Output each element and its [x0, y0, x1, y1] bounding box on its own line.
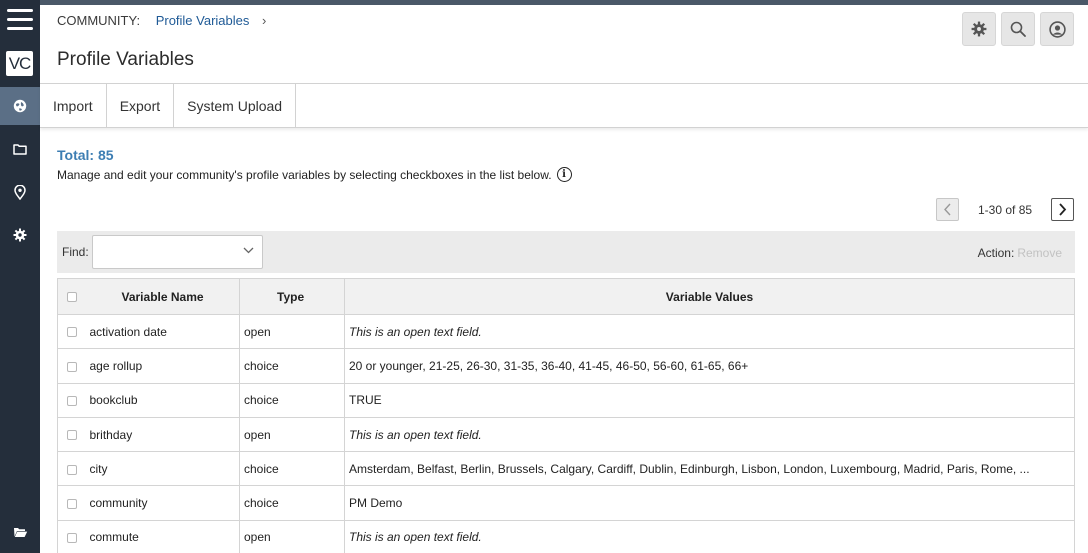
variable-type-cell: choice — [239, 451, 345, 487]
find-label: Find: — [62, 245, 89, 259]
row-checkbox[interactable] — [66, 396, 77, 407]
profile-variables-table: Variable Name Type Variable Values activ… — [57, 278, 1075, 553]
find-select[interactable] — [92, 235, 263, 269]
table-row[interactable]: commute open This is an open text field. — [57, 519, 1075, 553]
select-all-cell — [57, 278, 86, 315]
variable-type-cell: open — [239, 313, 345, 350]
export-button[interactable]: Export — [107, 84, 175, 128]
variable-type-cell: choice — [239, 485, 345, 521]
system-upload-button[interactable]: System Upload — [174, 84, 297, 128]
variable-values-cell: This is an open text field. — [344, 416, 1075, 453]
variable-type-cell: open — [239, 519, 345, 553]
chevron-down-icon — [243, 247, 254, 254]
nav-community[interactable] — [0, 87, 40, 125]
filter-bar: Find: Action: Remove — [57, 231, 1075, 273]
user-avatar-icon — [1048, 20, 1066, 38]
variable-type-cell: choice — [239, 348, 345, 384]
row-checkbox[interactable] — [66, 327, 77, 338]
search-button[interactable] — [1001, 12, 1035, 46]
row-checkbox[interactable] — [66, 464, 77, 475]
row-checkbox-cell — [57, 382, 86, 418]
column-header-values[interactable]: Variable Values — [344, 278, 1075, 315]
nav-settings[interactable] — [0, 216, 40, 254]
pagination-range: 1-30 of 85 — [978, 203, 1033, 217]
app-logo: VC — [6, 51, 33, 76]
chevron-left-icon — [944, 203, 951, 216]
location-pin-icon — [14, 184, 26, 200]
folder-icon — [13, 144, 27, 155]
table-header-row: Variable Name Type Variable Values — [57, 278, 1075, 315]
row-checkbox[interactable] — [66, 361, 77, 372]
row-checkbox[interactable] — [66, 430, 77, 441]
variable-values-cell: 20 or younger, 21-25, 26-30, 31-35, 36-4… — [344, 348, 1075, 384]
hamburger-menu-icon[interactable] — [7, 8, 33, 32]
variable-type-cell: open — [239, 416, 345, 453]
variable-name-cell: commute — [85, 519, 240, 553]
previous-page-button[interactable] — [936, 198, 959, 221]
variable-name-cell: age rollup — [85, 348, 240, 384]
nav-files[interactable] — [0, 130, 40, 168]
variable-name-cell: brithday — [85, 416, 240, 453]
breadcrumb-link-profile-variables[interactable]: Profile Variables — [156, 13, 250, 28]
total-count: Total: 85 — [57, 147, 114, 163]
chevron-right-icon — [1059, 203, 1067, 216]
variable-values-cell: This is an open text field. — [344, 519, 1075, 553]
search-icon — [1010, 21, 1026, 37]
table-row[interactable]: activation date open This is an open text … — [57, 313, 1075, 350]
breadcrumb-root: COMMUNITY: — [57, 13, 141, 28]
open-folder-icon — [13, 528, 27, 537]
sidebar: VC — [0, 0, 40, 553]
breadcrumb: COMMUNITY: Profile Variables › — [57, 13, 266, 28]
row-checkbox-cell — [57, 348, 86, 384]
row-checkbox-cell — [57, 485, 86, 521]
settings-button[interactable] — [962, 12, 996, 46]
page-header: COMMUNITY: Profile Variables › Profile V… — [40, 5, 1088, 84]
action-toolbar: Import Export System Upload — [40, 84, 1088, 128]
variable-values-cell: TRUE — [344, 382, 1075, 418]
info-icon[interactable]: i — [556, 167, 572, 182]
nav-locations[interactable] — [0, 173, 40, 211]
row-checkbox-cell — [57, 313, 86, 350]
select-all-checkbox[interactable] — [66, 292, 77, 303]
gear-icon — [971, 21, 987, 37]
table-row[interactable]: bookclub choice TRUE — [57, 382, 1075, 418]
row-checkbox[interactable] — [66, 498, 77, 509]
action-group: Action: Remove — [978, 246, 1062, 260]
variable-name-cell: activation date — [85, 313, 240, 350]
variable-values-cell: Amsterdam, Belfast, Berlin, Brussels, Ca… — [344, 451, 1075, 487]
variable-values-cell: This is an open text field. — [344, 313, 1075, 350]
column-header-name[interactable]: Variable Name — [85, 278, 240, 315]
nav-file-manager[interactable] — [0, 513, 40, 551]
variable-values-cell: PM Demo — [344, 485, 1075, 521]
row-checkbox-cell — [57, 416, 86, 453]
row-checkbox-cell — [57, 519, 86, 553]
globe-icon — [13, 99, 27, 113]
page-title: Profile Variables — [57, 49, 194, 70]
import-button[interactable]: Import — [40, 84, 107, 128]
column-header-type[interactable]: Type — [239, 278, 345, 315]
variable-name-cell: bookclub — [85, 382, 240, 418]
remove-action[interactable]: Remove — [1017, 246, 1062, 260]
user-account-button[interactable] — [1040, 12, 1074, 46]
next-page-button[interactable] — [1051, 198, 1074, 221]
description-text: Manage and edit your community's profile… — [57, 167, 552, 182]
breadcrumb-chevron: › — [262, 13, 267, 28]
table-row[interactable]: age rollup choice 20 or younger, 21-25, 26… — [57, 348, 1075, 384]
table-row[interactable]: city choice Amsterdam, Belfast, Berlin, Br… — [57, 451, 1075, 487]
variable-type-cell: choice — [239, 382, 345, 418]
action-label: Action: — [977, 246, 1015, 260]
page-description: Manage and edit your community's profile… — [57, 167, 572, 182]
row-checkbox[interactable] — [66, 533, 77, 544]
variable-name-cell: community — [85, 485, 240, 521]
table-row[interactable]: community choice PM Demo — [57, 485, 1075, 521]
variable-name-cell: city — [85, 451, 240, 487]
table-row[interactable]: brithday open This is an open text field. — [57, 416, 1075, 453]
gear-icon — [13, 228, 27, 242]
row-checkbox-cell — [57, 451, 86, 487]
